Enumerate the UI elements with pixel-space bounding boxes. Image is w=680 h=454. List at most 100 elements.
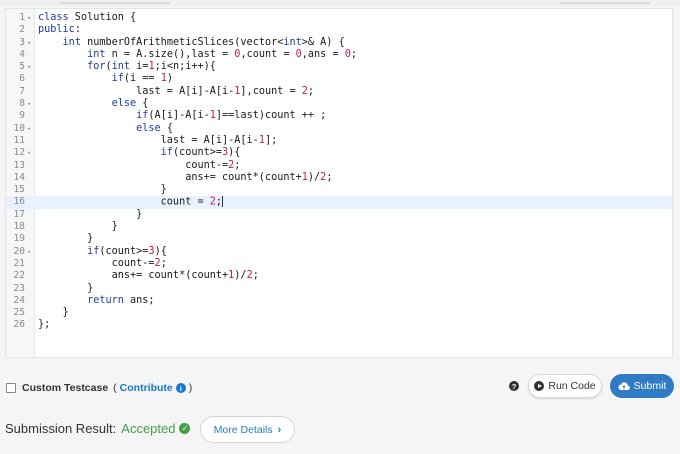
code-token: { [160,122,173,134]
fold-arrow-icon[interactable]: ▾ [27,98,31,110]
code-line[interactable]: 22 ans+= count*(count+1)/2; [6,270,672,282]
code-text: } [38,283,93,295]
code-text: ans+= count*(count+1)/2; [38,270,259,282]
code-token: } [38,221,118,233]
code-token: } [38,184,167,196]
code-token: ans; [123,294,155,306]
code-text: last = A[i]-A[i-1]; [38,134,278,147]
code-line[interactable]: 4 int n = A.size(),last = 0,count = 0,an… [6,49,672,61]
code-token: ; [307,85,315,97]
code-line[interactable]: 16 count = 2; [6,196,672,209]
code-line[interactable]: 9 if(A[i]-A[i-1]==last)count ++ ; [6,110,672,122]
submit-button[interactable]: Submit [610,374,674,398]
code-token: (A[i]-A[i- [148,110,210,122]
code-token: ,ans = [301,48,345,60]
line-number: 17 [13,208,25,220]
top-strip [0,0,680,6]
code-editor[interactable]: 1 ▾ class Solution {2 public: 3 ▾ int numberO… [5,8,673,358]
code-text: count-=2; [38,258,167,270]
code-text: ans+= count*(count+1)/2; [38,172,332,184]
code-token: )/ [234,270,247,282]
code-token: } [38,208,143,220]
run-code-button[interactable]: Run Code [528,374,602,398]
line-number: 24 [13,294,25,306]
code-line[interactable]: 7 last = A[i]-A[i-1],count = 2; [6,86,672,98]
code-line[interactable]: 6 if(i == 1) [6,73,672,85]
code-text: if(count>=3){ [38,147,241,159]
code-token: ; [252,270,259,282]
code-line[interactable]: 1 ▾ class Solution { [6,12,672,24]
code-line[interactable]: 20 ▾ if(count>=3){ [6,246,672,258]
code-line[interactable]: 18 } [6,221,672,233]
code-keyword: else [136,122,161,134]
code-line[interactable]: 8 ▾ else { [6,98,672,110]
code-token: ]==last)count ++ ; [215,110,327,122]
custom-testcase-checkbox[interactable] [6,383,16,393]
code-text: else { [38,123,173,135]
code-token: } [38,307,69,319]
code-token: ;i<n;i++){ [154,61,216,73]
code-line[interactable]: 23 } [6,283,672,295]
code-text: count = 2; [38,196,224,209]
code-line[interactable]: 3 ▾ int numberOfArithmeticSlices(vector<i… [6,37,672,49]
line-number: 15 [13,184,25,196]
code-token: }; [38,319,51,331]
code-token: ans+= count*(count+ [38,171,302,183]
help-icon[interactable]: ? [509,381,519,391]
code-token: ){ [154,245,167,257]
code-text: } [38,221,118,233]
close-paren: ) [188,382,193,394]
more-details-button[interactable]: More Details › [200,416,295,443]
code-token: ; [234,159,241,171]
code-line[interactable]: 5 ▾ for(int i=1;i<n;i++){ [6,61,672,73]
contribute-link[interactable]: Contribute [120,382,173,394]
code-keyword: return [87,294,124,306]
code-text: count-=2; [38,160,240,172]
top-strip-segment [60,2,170,4]
line-number: 6 [19,73,25,85]
check-circle-icon: ✓ [179,423,191,434]
code-line[interactable]: 12 ▾ if(count>=3){ [6,147,672,159]
fold-arrow-icon[interactable]: ▾ [27,123,31,135]
code-keyword: int [87,48,106,60]
code-keyword: int [62,36,81,48]
code-line[interactable]: 10 ▾ else { [6,123,672,135]
fold-arrow-icon[interactable]: ▾ [27,246,31,258]
line-number: 2 [19,24,25,36]
line-number: 7 [19,85,25,97]
line-number: 10 [13,122,25,134]
code-token: { [136,98,149,110]
line-number: 20 [13,245,25,257]
chevron-right-icon: › [277,423,282,436]
code-line[interactable]: 24 return ans; [6,295,672,307]
fold-arrow-icon[interactable]: ▾ [27,147,31,159]
code-line[interactable]: 14 ans+= count*(count+1)/2; [6,172,672,184]
code-line[interactable]: 25 } [6,307,672,319]
open-paren: ( [113,382,117,394]
code-line[interactable]: 13 count-=2; [6,160,672,172]
run-code-label: Run Code [548,380,596,392]
line-number: 21 [13,257,25,269]
code-line[interactable]: 15 } [6,184,672,196]
code-lines[interactable]: 1 ▾ class Solution {2 public: 3 ▾ int numberO… [6,12,672,332]
code-keyword: if [111,73,124,85]
code-line[interactable]: 21 count-=2; [6,258,672,270]
code-text: int numberOfArithmeticSlices(vector<int>… [38,37,345,49]
code-line[interactable]: 26}; [6,319,672,331]
code-line[interactable]: 2 public: [6,24,672,36]
code-keyword: public [38,24,75,36]
fold-arrow-icon[interactable]: ▾ [27,61,31,73]
text-cursor [222,196,224,208]
code-line[interactable]: 17 } [6,209,672,221]
code-token: ,count = [240,48,296,60]
fold-arrow-icon[interactable]: ▾ [27,37,31,49]
line-number: 9 [19,110,25,122]
code-line[interactable]: 19 } [6,233,672,245]
code-token: last = A[i]-A[i- [38,134,259,146]
fold-arrow-icon[interactable]: ▾ [27,12,31,24]
code-line[interactable]: 11 last = A[i]-A[i-1]; [6,135,672,147]
info-icon[interactable]: i [175,383,186,393]
